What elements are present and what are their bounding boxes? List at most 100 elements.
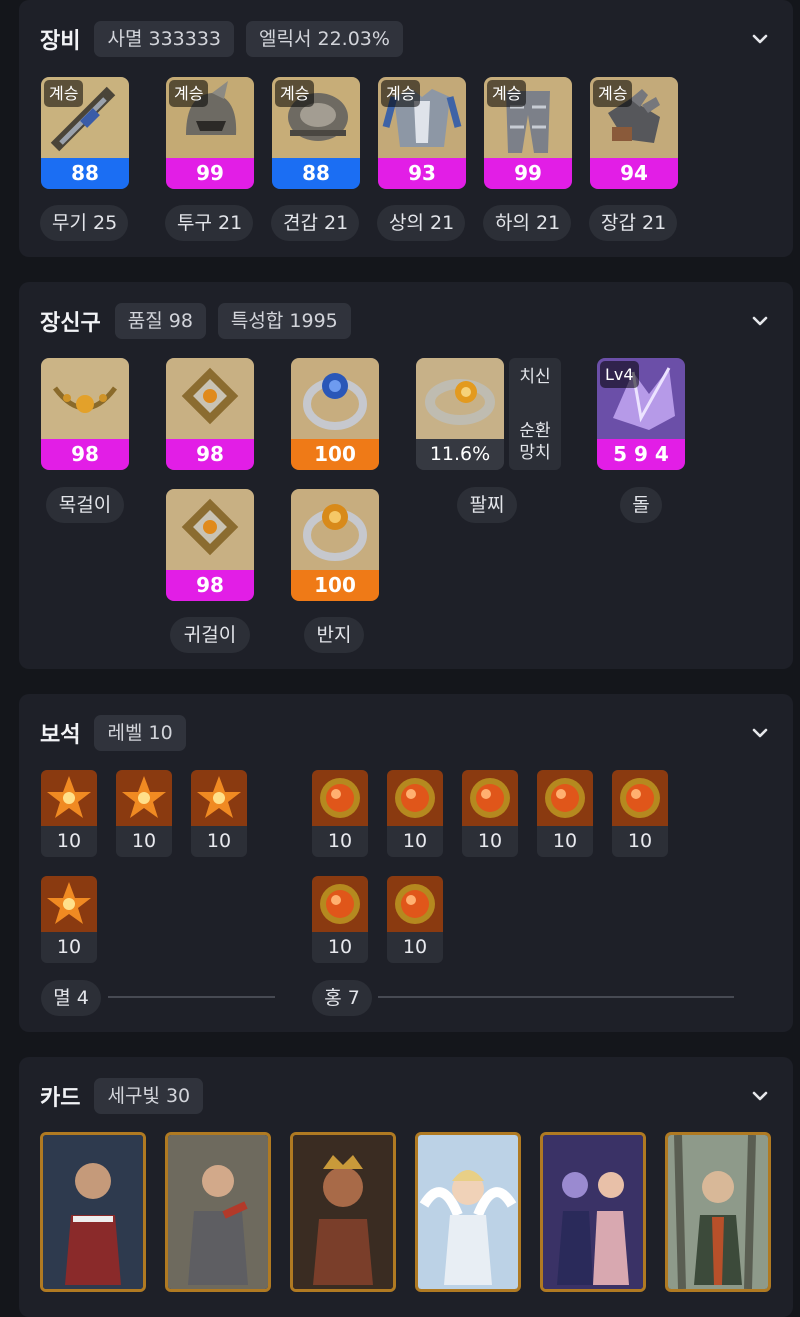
equipment-section: 장비 사멸 333333 엘릭서 22.03% 계승 88 무기 25 계승 9… [19,0,793,257]
equipment-slot-shoulder[interactable]: 계승 88 [272,77,360,189]
gem-crimson[interactable]: 10 [387,876,443,963]
chevron-down-icon[interactable] [749,1085,771,1107]
summary-badge: 품질 98 [114,303,206,339]
card-art [43,1135,143,1289]
annihilation-gem-icon [191,770,247,826]
section-title: 장비 [40,29,81,54]
divider [108,996,275,998]
gems-section: 보석 레벨 10 10 10 10 10 멸 4 10 10 10 10 10 [19,694,793,1032]
accessory-ring-2[interactable]: 100 [291,489,379,601]
quality-bar: 93 [378,158,466,189]
earring-icon [166,489,254,570]
gem-annihilation[interactable]: 10 [116,770,172,857]
gem-crimson[interactable]: 10 [612,770,668,857]
accessory-earring-1[interactable]: 98 [166,358,254,470]
necklace-icon [41,358,129,439]
card-slot[interactable] [665,1132,771,1292]
ring-icon [291,358,379,439]
gem-crimson[interactable]: 10 [312,876,368,963]
equipment-slot-helmet[interactable]: 계승 99 [166,77,254,189]
inherit-tag: 계승 [487,80,527,107]
chevron-down-icon[interactable] [749,28,771,50]
annihilation-gem-icon [116,770,172,826]
gem-crimson[interactable]: 10 [462,770,518,857]
card-slot[interactable] [415,1132,521,1292]
accessories-header[interactable]: 장신구 품질 98 특성합 1995 [40,301,363,341]
card-art [293,1135,393,1289]
equipment-slot-pants[interactable]: 계승 99 [484,77,572,189]
gem-level: 10 [206,830,232,852]
card-slot[interactable] [40,1132,146,1292]
section-title: 카드 [40,1086,81,1111]
summary-badge: 엘릭서 22.03% [246,21,403,57]
inherit-tag: 계승 [44,80,84,107]
equipment-label: 하의 21 [483,205,571,241]
gem-group-label: 홍 7 [312,980,372,1016]
stone-value: 5 9 4 [597,439,685,470]
gem-level: 10 [477,830,503,852]
quality-bar: 100 [291,439,379,470]
gem-level: 10 [131,830,157,852]
summary-badge: 레벨 10 [94,715,186,751]
crimson-gem-icon [537,770,593,826]
cards-section: 카드 세구빛 30 [19,1057,793,1317]
accessory-ring-1[interactable]: 100 [291,358,379,470]
accessory-bracelet[interactable]: 11.6% [416,358,504,470]
stone-level-tag: Lv4 [600,361,639,388]
quality-bar: 88 [41,158,129,189]
quality-bar: 99 [166,158,254,189]
gem-level: 10 [56,936,82,958]
accessory-label: 목걸이 [46,487,124,523]
bracelet-icon [416,358,504,439]
bracelet-stat: 치신 [519,367,551,387]
equipment-slot-gloves[interactable]: 계승 94 [590,77,678,189]
gem-crimson[interactable]: 10 [537,770,593,857]
accessory-earring-2[interactable]: 98 [166,489,254,601]
accessory-label: 돌 [620,487,662,523]
quality-bar: 88 [272,158,360,189]
card-art [668,1135,768,1289]
gem-group-label: 멸 4 [41,980,101,1016]
quality-bar: 98 [41,439,129,470]
equipment-header[interactable]: 장비 사멸 333333 엘릭서 22.03% [40,19,415,59]
card-slot[interactable] [165,1132,271,1292]
gem-annihilation[interactable]: 10 [41,876,97,963]
ring-icon [291,489,379,570]
accessory-label: 반지 [304,617,364,653]
bracelet-stats: 치신 순환 망치 [509,358,561,470]
card-slot[interactable] [290,1132,396,1292]
section-title: 보석 [40,723,81,748]
equipment-label: 장갑 21 [589,205,677,241]
gem-level: 10 [402,830,428,852]
summary-badge: 사멸 333333 [94,21,235,57]
chevron-down-icon[interactable] [749,722,771,744]
quality-bar: 94 [590,158,678,189]
gem-annihilation[interactable]: 10 [41,770,97,857]
summary-badge: 특성합 1995 [217,303,351,339]
accessory-label: 팔찌 [457,487,517,523]
gem-crimson[interactable]: 10 [312,770,368,857]
chevron-down-icon[interactable] [749,310,771,332]
gem-level: 10 [552,830,578,852]
equipment-slot-weapon[interactable]: 계승 88 [41,77,129,189]
accessory-necklace[interactable]: 98 [41,358,129,470]
crimson-gem-icon [387,770,443,826]
gems-header[interactable]: 보석 레벨 10 [40,713,198,753]
annihilation-gem-icon [41,770,97,826]
equipment-slot-chest[interactable]: 계승 93 [378,77,466,189]
gem-level: 10 [402,936,428,958]
quality-bar: 98 [166,570,254,601]
quality-bar: 98 [166,439,254,470]
inherit-tag: 계승 [381,80,421,107]
gem-annihilation[interactable]: 10 [191,770,247,857]
gem-crimson[interactable]: 10 [387,770,443,857]
cards-header[interactable]: 카드 세구빛 30 [40,1076,215,1116]
crimson-gem-icon [312,770,368,826]
card-art [168,1135,268,1289]
gem-level: 10 [56,830,82,852]
card-slot[interactable] [540,1132,646,1292]
quality-bar: 100 [291,570,379,601]
ability-stone[interactable]: Lv4 5 9 4 [597,358,685,470]
earring-icon [166,358,254,439]
equipment-label: 견갑 21 [271,205,359,241]
